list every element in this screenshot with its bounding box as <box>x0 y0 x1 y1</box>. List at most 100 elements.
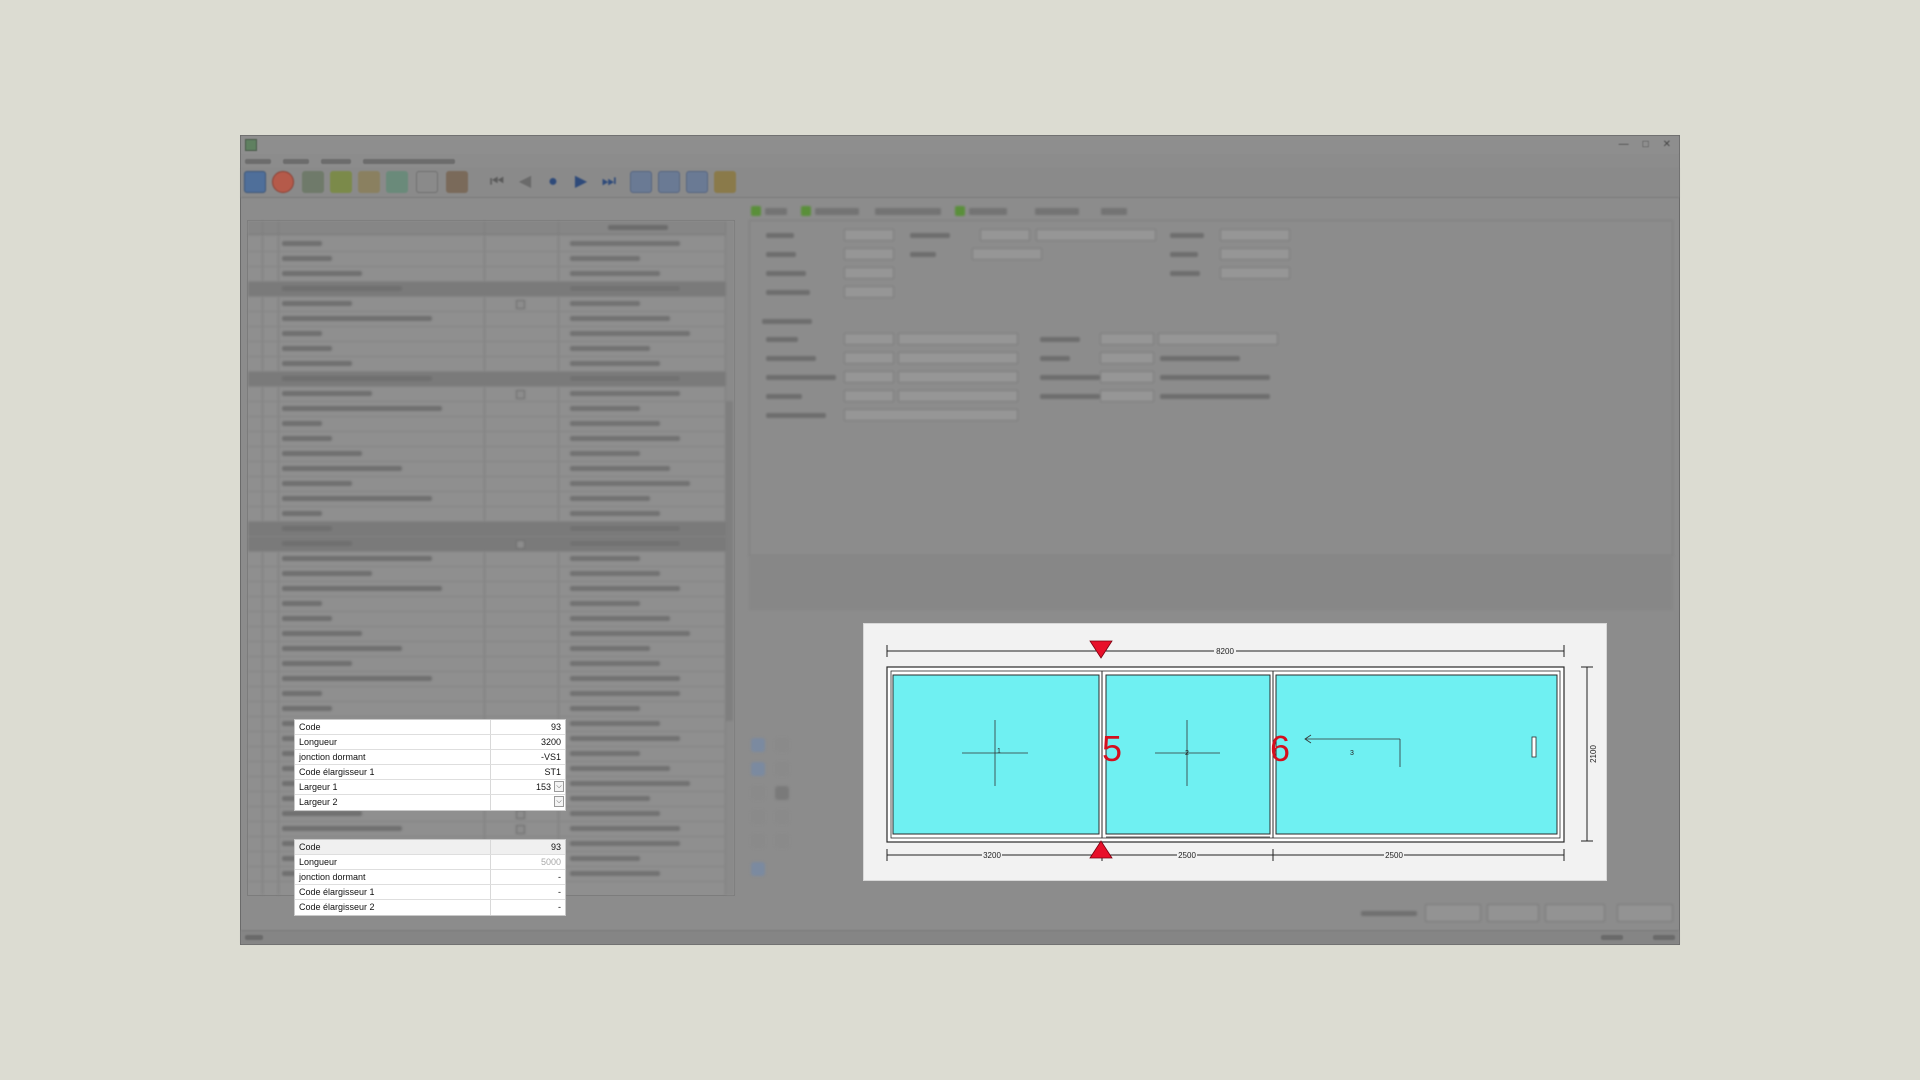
grid-row[interactable] <box>248 552 726 567</box>
grid-row[interactable] <box>248 507 726 522</box>
property-value[interactable]: ST1 <box>491 765 565 779</box>
grid-checkbox[interactable] <box>516 390 525 399</box>
form-field[interactable] <box>1100 390 1154 402</box>
form-field[interactable] <box>980 229 1030 241</box>
grid-row[interactable] <box>248 477 726 492</box>
form-field[interactable] <box>1100 333 1154 345</box>
grid-row[interactable] <box>248 462 726 477</box>
grid-row[interactable] <box>248 357 726 372</box>
grid-row[interactable] <box>248 402 726 417</box>
grid-row[interactable] <box>248 702 726 717</box>
tool-icon[interactable] <box>386 171 408 193</box>
grid-checkbox[interactable] <box>516 300 525 309</box>
form-field[interactable] <box>1220 248 1290 260</box>
property-value[interactable]: 3200 <box>491 735 565 749</box>
home-icon[interactable] <box>244 171 266 193</box>
property-row[interactable]: Code élargisseur 1 ST1 <box>295 765 565 780</box>
form-field[interactable] <box>1036 229 1156 241</box>
form-field[interactable] <box>898 371 1018 383</box>
form-field[interactable] <box>844 248 894 260</box>
split-marker-bottom-icon[interactable] <box>1089 840 1113 859</box>
grid-row[interactable] <box>248 687 726 702</box>
tool-icon[interactable] <box>751 810 765 824</box>
dropdown-arrow-icon[interactable]: ⌵ <box>554 781 564 792</box>
property-row[interactable]: jonction dormant -VS1 <box>295 750 565 765</box>
last-record-icon[interactable]: ⏭ <box>598 171 620 193</box>
property-row[interactable]: Largeur 2 ⌵ <box>295 795 565 810</box>
grid-row[interactable] <box>248 327 726 342</box>
grid-row[interactable] <box>248 642 726 657</box>
property-value[interactable]: 5000 <box>491 855 565 869</box>
tab-hardware[interactable] <box>969 208 1007 215</box>
tab-general[interactable] <box>765 208 787 215</box>
grid-row[interactable] <box>248 237 726 252</box>
tab-fillings[interactable] <box>875 208 941 215</box>
grid-row[interactable] <box>248 432 726 447</box>
tab-construction[interactable] <box>815 208 859 215</box>
property-row[interactable]: Code élargisseur 1 - <box>295 885 565 900</box>
maximize-icon[interactable]: □ <box>1643 136 1649 154</box>
menu-item[interactable] <box>321 159 351 164</box>
form-field[interactable] <box>844 409 1018 421</box>
grid-row[interactable] <box>248 417 726 432</box>
stop-icon[interactable] <box>272 171 294 193</box>
property-row[interactable]: Largeur 1 153 ⌵ <box>295 780 565 795</box>
next-record-icon[interactable]: ▶ <box>570 171 592 193</box>
grid-row[interactable] <box>248 657 726 672</box>
grid-row[interactable] <box>248 582 726 597</box>
form-field[interactable] <box>898 352 1018 364</box>
grid-row[interactable] <box>248 447 726 462</box>
grid-row[interactable] <box>248 627 726 642</box>
property-row[interactable]: Longueur 3200 <box>295 735 565 750</box>
form-field[interactable] <box>844 352 894 364</box>
property-value[interactable]: 93 <box>491 840 565 854</box>
form-field[interactable] <box>1100 352 1154 364</box>
tool-icon[interactable] <box>775 810 789 824</box>
property-value[interactable]: - <box>491 870 565 884</box>
property-row[interactable]: Code 93 <box>295 720 565 735</box>
menu-item[interactable] <box>283 159 309 164</box>
tool-icon[interactable] <box>775 786 789 800</box>
grid-row[interactable] <box>248 672 726 687</box>
tool-icon[interactable] <box>751 862 765 876</box>
grid-checkbox[interactable] <box>516 810 525 819</box>
property-value-dropdown[interactable]: ⌵ <box>491 795 565 810</box>
grid-checkbox[interactable] <box>516 540 525 549</box>
form-field[interactable] <box>844 229 894 241</box>
property-value-dropdown[interactable]: 153 ⌵ <box>491 780 565 794</box>
grid-row[interactable] <box>248 312 726 327</box>
menu-item[interactable] <box>245 159 271 164</box>
tool-icon[interactable] <box>775 834 789 848</box>
grid-row[interactable] <box>248 567 726 582</box>
finish-button[interactable] <box>1617 904 1673 922</box>
form-field[interactable] <box>1220 229 1290 241</box>
property-value[interactable]: - <box>491 900 565 915</box>
grid-row[interactable] <box>248 372 726 387</box>
grid-row[interactable] <box>248 597 726 612</box>
grid-scrollbar-thumb[interactable] <box>726 401 733 721</box>
tab-restrictions[interactable] <box>1035 208 1079 215</box>
next-button[interactable] <box>1545 904 1605 922</box>
tool-icon[interactable] <box>775 738 789 752</box>
property-value[interactable]: 93 <box>491 720 565 734</box>
grid-row[interactable] <box>248 342 726 357</box>
choose-button[interactable] <box>1487 904 1539 922</box>
form-field[interactable] <box>844 371 894 383</box>
grid-row[interactable] <box>248 297 726 312</box>
grid-row[interactable] <box>248 612 726 627</box>
form-field[interactable] <box>898 390 1018 402</box>
grid-row[interactable] <box>248 492 726 507</box>
grid-scrollbar[interactable] <box>725 221 734 895</box>
form-field[interactable] <box>1158 333 1278 345</box>
tool-icon[interactable] <box>416 171 438 193</box>
menu-item[interactable] <box>363 159 455 164</box>
property-value[interactable]: - <box>491 885 565 899</box>
grid-row[interactable] <box>248 537 726 552</box>
tab-preview[interactable] <box>1101 208 1127 215</box>
view-icon[interactable] <box>630 171 652 193</box>
property-row[interactable]: jonction dormant - <box>295 870 565 885</box>
tool-icon[interactable] <box>751 834 765 848</box>
view-icon[interactable] <box>686 171 708 193</box>
tool-icon[interactable] <box>714 171 736 193</box>
form-field[interactable] <box>844 267 894 279</box>
